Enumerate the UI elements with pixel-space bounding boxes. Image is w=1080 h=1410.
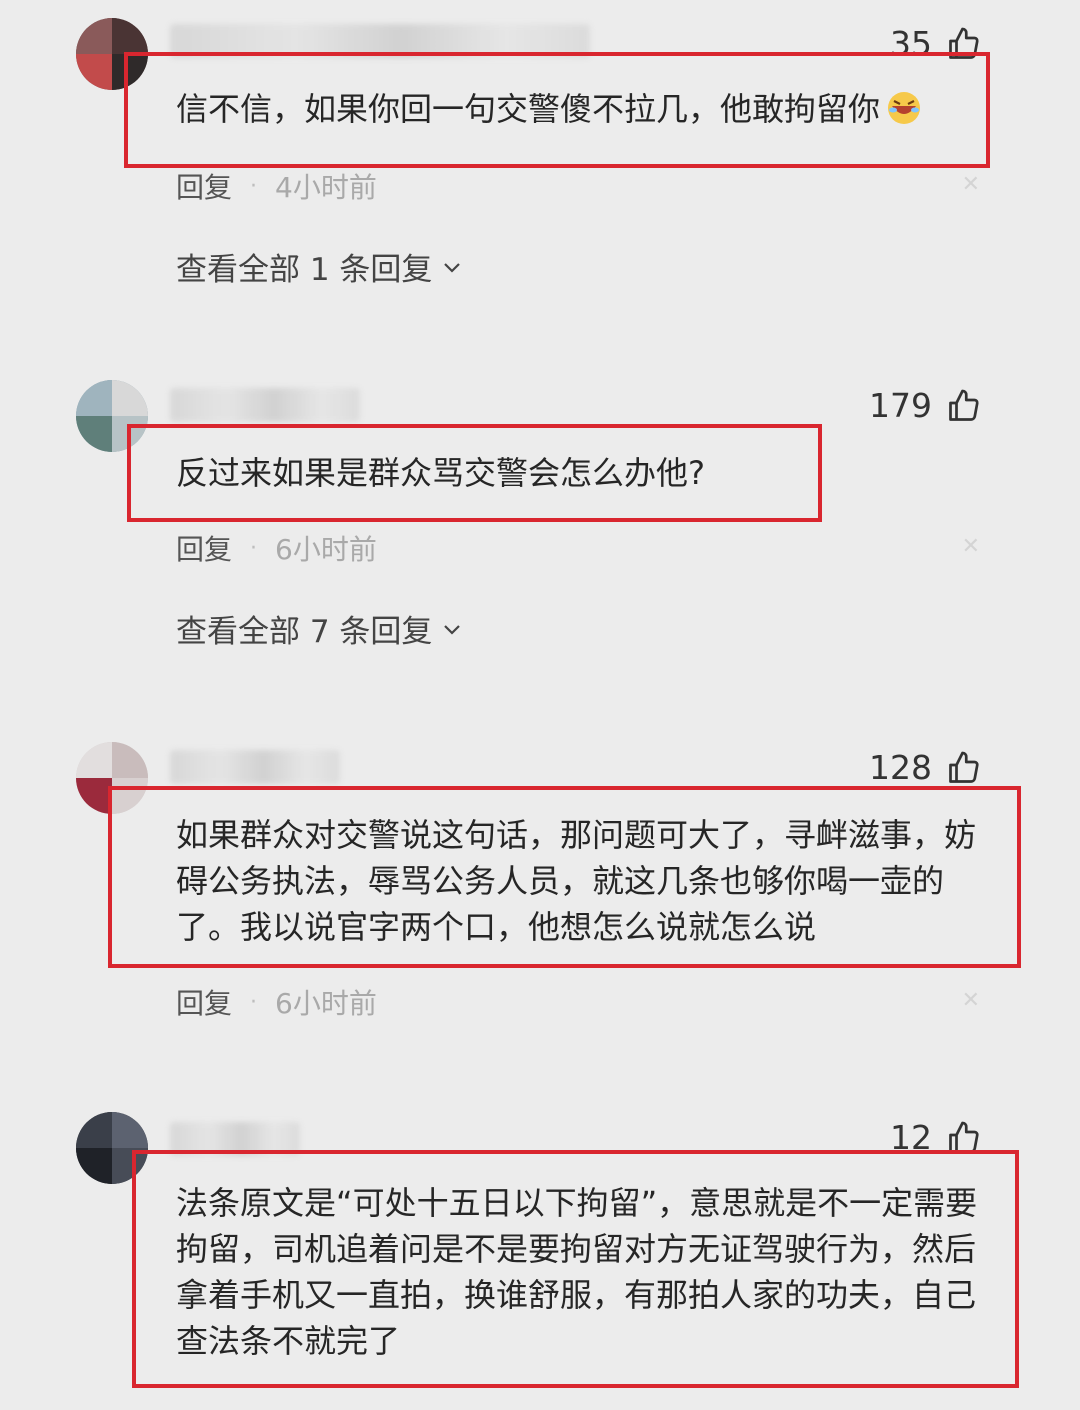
comment-text: 如果群众对交警说这句话，那问题可大了，寻衅滋事，妨 碍公务执法，辱骂公务人员，就…: [176, 812, 976, 950]
comment-text: 信不信，如果你回一句交警傻不拉几，他敢拘留你: [176, 86, 924, 132]
reply-button[interactable]: 回复: [176, 166, 232, 206]
more-options-icon[interactable]: ✕: [962, 534, 980, 559]
comment-text-line: 如果群众对交警说这句话，那问题可大了，寻衅滋事，妨: [176, 816, 977, 854]
timestamp: 6小时前: [275, 533, 377, 566]
chevron-down-icon: [444, 262, 461, 273]
comment-meta: 回复 · 6小时前: [176, 528, 377, 568]
comment-text-line: 拘留，司机追着问是不是要拘留对方无证驾驶行为，然后: [176, 1230, 977, 1268]
view-all-replies-label: 查看全部 7 条回复: [176, 614, 433, 650]
timestamp: 6小时前: [275, 987, 377, 1020]
more-options-icon[interactable]: ✕: [962, 988, 980, 1013]
username-blurred[interactable]: [170, 388, 360, 422]
timestamp: 4小时前: [275, 171, 377, 204]
view-all-replies-button[interactable]: 查看全部 1 条回复: [176, 244, 464, 289]
reply-button[interactable]: 回复: [176, 982, 232, 1022]
comment-text: 法条原文是“可处十五日以下拘留”，意思就是不一定需要 拘留，司机追着问是不是要拘…: [176, 1180, 977, 1364]
like-count: 179: [869, 386, 932, 425]
separator-dot: ·: [250, 535, 258, 561]
comment-text-line: 反过来如果是群众骂交警会怎么办他?: [176, 454, 705, 492]
comment-text-line: 碍公务执法，辱骂公务人员，就这几条也够你喝一壶的: [176, 862, 945, 900]
chevron-down-icon: [444, 624, 461, 635]
comment-text-line: 了。我以说官字两个口，他想怎么说就怎么说: [176, 908, 817, 946]
thumbs-up-icon: [949, 389, 979, 421]
comment-text-line: 信不信，如果你回一句交警傻不拉几，他敢拘留你: [176, 90, 881, 128]
comment-text-line: 拿着手机又一直拍，换谁舒服，有那拍人家的功夫，自己: [176, 1276, 977, 1314]
like-count: 128: [869, 748, 932, 787]
thumbs-up-icon: [949, 751, 979, 783]
reply-button[interactable]: 回复: [176, 528, 232, 568]
separator-dot: ·: [250, 989, 258, 1015]
username-blurred[interactable]: [170, 750, 340, 784]
comment-text: 反过来如果是群众骂交警会怎么办他?: [176, 450, 705, 496]
laughing-face-emoji-icon: [888, 92, 921, 124]
like-button[interactable]: 179: [869, 386, 982, 425]
more-options-icon[interactable]: ✕: [962, 172, 980, 197]
view-all-replies-button[interactable]: 查看全部 7 条回复: [176, 606, 464, 651]
comment-text-line: 法条原文是“可处十五日以下拘留”，意思就是不一定需要: [176, 1184, 978, 1222]
comment-meta: 回复 · 4小时前: [176, 166, 377, 206]
comment-text-line: 查法条不就完了: [176, 1322, 401, 1360]
comment-meta: 回复 · 6小时前: [176, 982, 377, 1022]
separator-dot: ·: [250, 173, 258, 199]
like-button[interactable]: 128: [869, 748, 982, 787]
view-all-replies-label: 查看全部 1 条回复: [176, 252, 433, 288]
